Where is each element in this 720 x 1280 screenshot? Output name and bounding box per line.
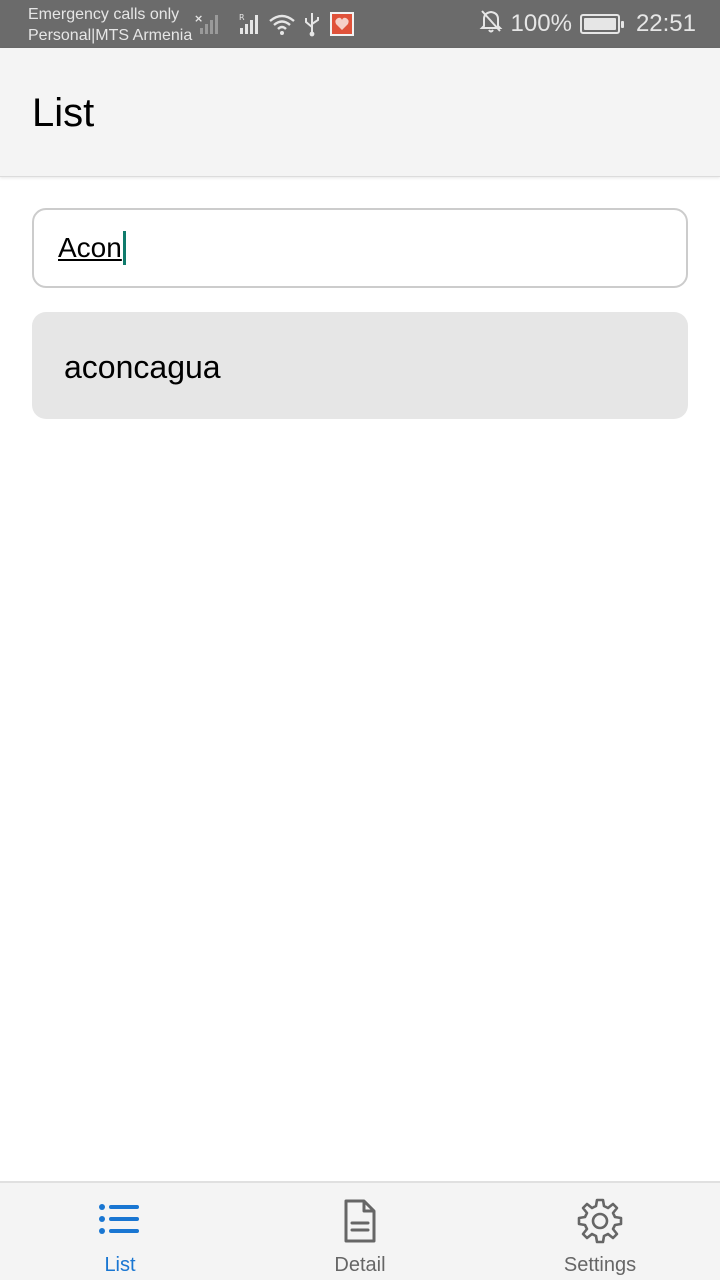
document-icon <box>336 1197 384 1245</box>
notifications-off-icon <box>479 8 503 41</box>
gear-icon <box>576 1197 624 1245</box>
app-notification-icon <box>330 10 354 38</box>
search-input[interactable]: Acon <box>32 208 688 288</box>
list-icon <box>96 1197 144 1245</box>
svg-text:R: R <box>239 13 245 22</box>
carrier-line-1: Emergency calls only <box>28 6 180 23</box>
bottom-navigation: List Detail Settings <box>0 1181 720 1280</box>
status-time: 22:51 <box>635 10 696 37</box>
status-right-group: 100% 22:51 <box>479 8 696 40</box>
app-bar: List <box>0 48 720 177</box>
nav-label-settings: Settings <box>563 1254 637 1276</box>
no-sim-signal-icon: × <box>194 10 220 38</box>
battery-percent: 100% <box>510 10 572 37</box>
carrier-info: Emergency calls only Personal|MTS Armeni… <box>28 4 192 46</box>
status-bar: Emergency calls only Personal|MTS Armeni… <box>0 0 720 48</box>
text-caret <box>122 231 126 265</box>
carrier-line-2: Personal|MTS Armenia <box>28 27 193 44</box>
battery-icon <box>579 14 624 34</box>
roaming-signal-icon: R <box>238 10 264 38</box>
nav-item-settings[interactable]: Settings <box>480 1183 720 1280</box>
nav-label-list: List <box>104 1254 136 1276</box>
search-input-value: Acon <box>58 231 126 265</box>
usb-icon <box>302 10 322 38</box>
svg-text:×: × <box>194 12 203 25</box>
page-title: List <box>32 91 95 135</box>
nav-item-list[interactable]: List <box>0 1183 240 1280</box>
list-item-label: aconcagua <box>64 349 221 385</box>
nav-label-detail: Detail <box>334 1254 386 1276</box>
list-item[interactable]: aconcagua <box>32 312 688 419</box>
nav-item-detail[interactable]: Detail <box>240 1183 480 1280</box>
wifi-icon <box>268 10 296 38</box>
